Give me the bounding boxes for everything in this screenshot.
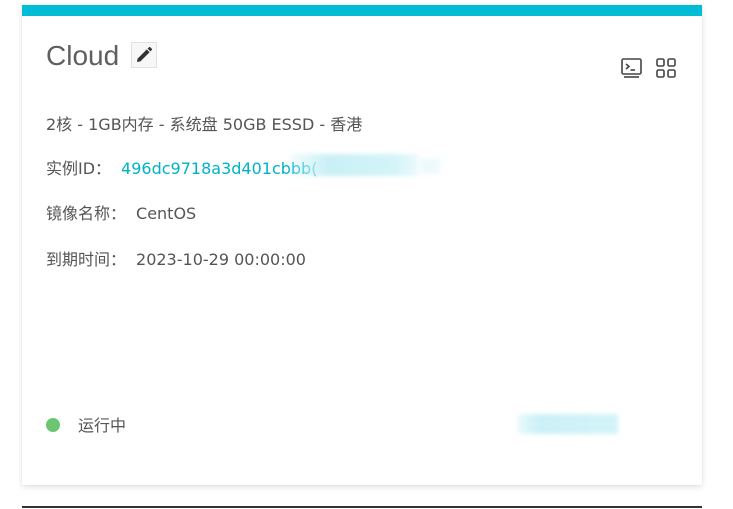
expiry-label: 到期时间： [46, 250, 127, 269]
expiry-row: 到期时间： 2023-10-29 00:00:00 [46, 249, 306, 271]
divider [22, 506, 702, 508]
expiry-value: 2023-10-29 00:00:00 [136, 250, 306, 269]
redacted-instance-id-tail [420, 158, 440, 174]
spec-summary: 2核 - 1GB内存 - 系统盘 50GB ESSD - 香港 [46, 115, 363, 134]
redacted-instance-id [290, 154, 418, 176]
image-name-value: CentOS [136, 204, 197, 223]
status-text: 运行中 [78, 416, 127, 435]
redacted-action [518, 414, 618, 434]
pencil-icon [137, 46, 153, 62]
card-accent-bar [22, 5, 702, 16]
server-card: Cloud 2核 - 1GB内存 - 系统盘 50GB ESSD - 香港 实例… [22, 5, 702, 485]
instance-id-label: 实例ID： [46, 159, 112, 178]
instance-id-row: 实例ID： 496dc9718a3d401cbbb( [46, 158, 317, 180]
terminal-icon [621, 58, 642, 78]
edit-name-button[interactable] [131, 42, 157, 68]
grid-view-button[interactable] [654, 56, 678, 80]
terminal-button[interactable] [620, 56, 644, 80]
status-dot-icon [46, 418, 60, 432]
image-name-label: 镜像名称： [46, 204, 127, 223]
server-title: Cloud [46, 40, 120, 71]
instance-id-value[interactable]: 496dc9718a3d401cbbb( [121, 159, 317, 178]
image-name-row: 镜像名称： CentOS [46, 203, 196, 225]
grid-icon [656, 58, 676, 78]
